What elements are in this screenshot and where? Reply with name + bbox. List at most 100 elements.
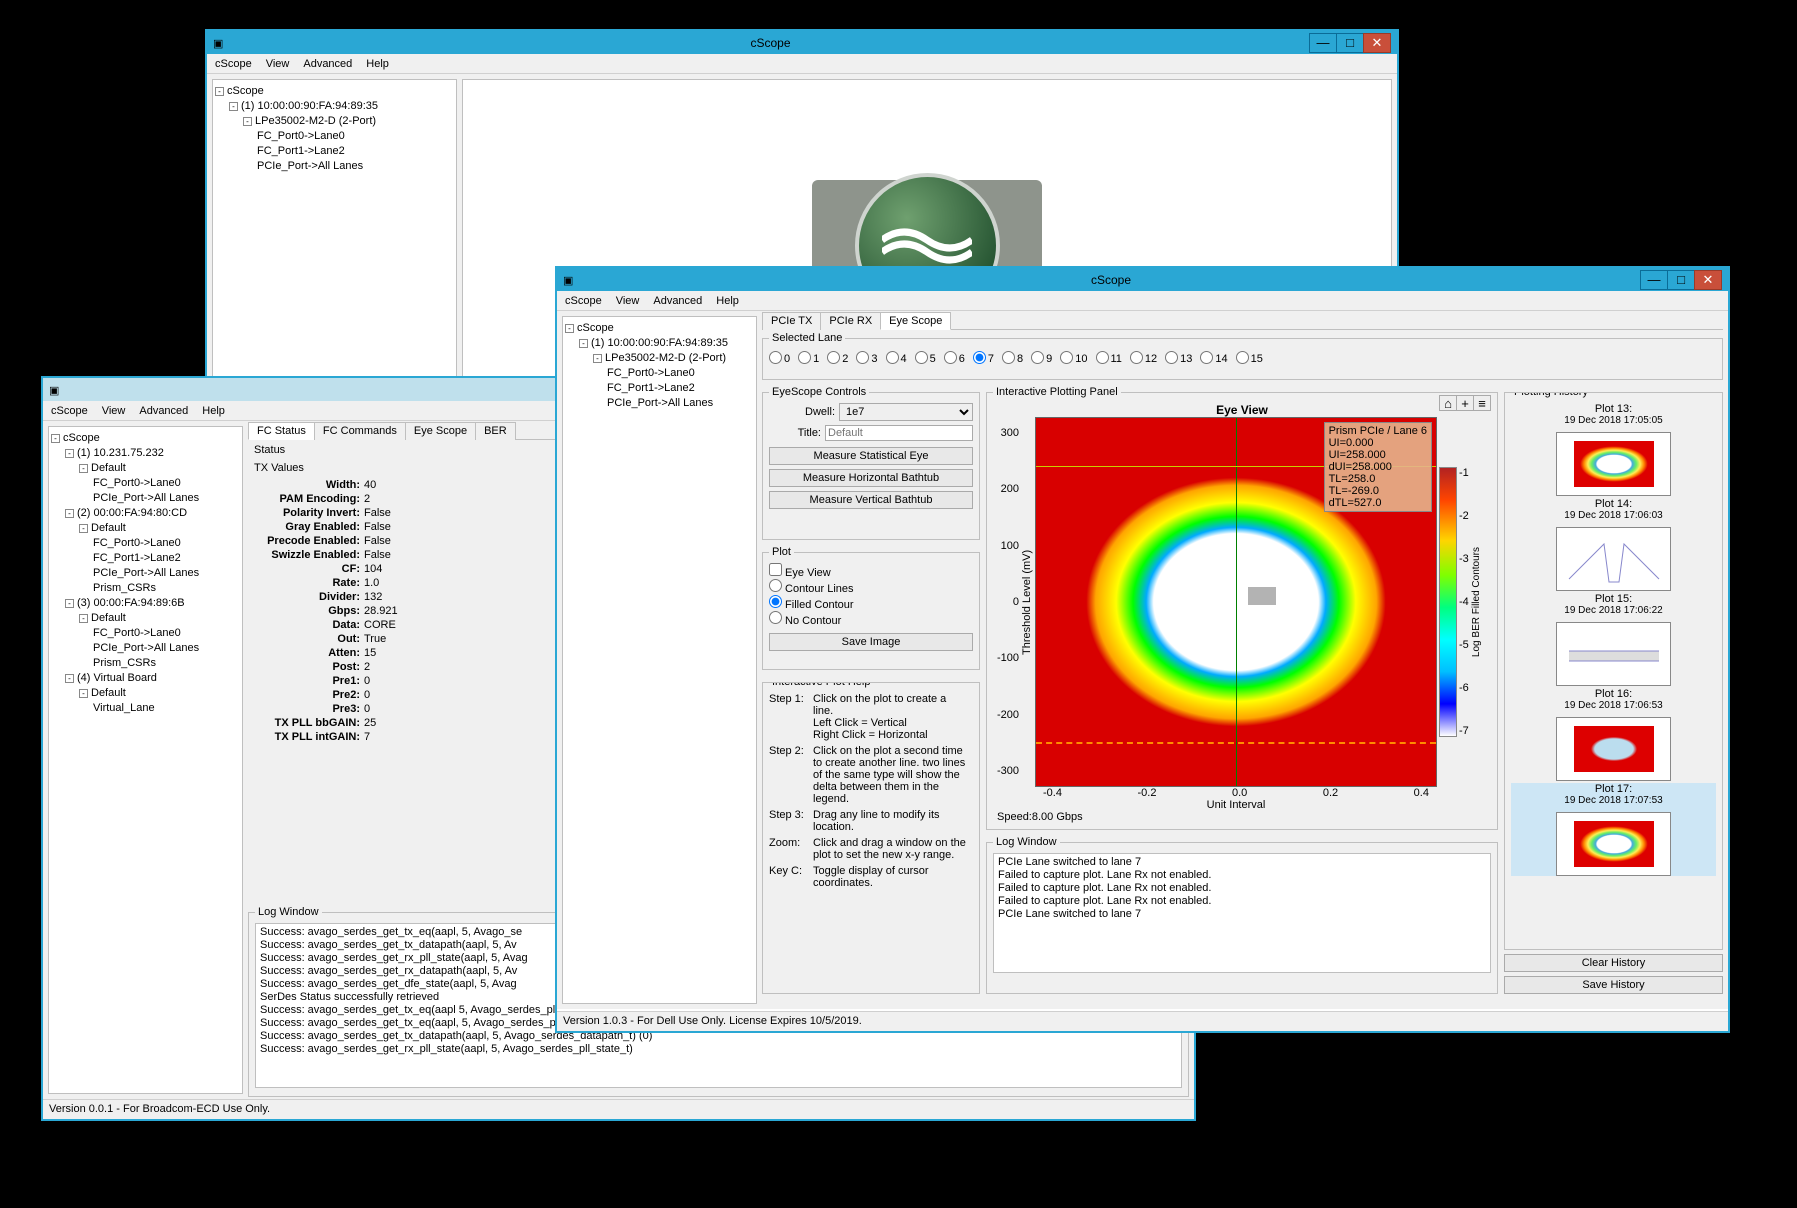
- tree-item[interactable]: FC_Port1->Lane2: [51, 551, 240, 566]
- tree-item[interactable]: Prism_CSRs: [51, 656, 240, 671]
- plot-thumbnail[interactable]: Plot 14:19 Dec 2018 17:06:03: [1511, 498, 1716, 591]
- lane-option[interactable]: 7: [973, 353, 994, 365]
- plot-thumbnail[interactable]: Plot 17:19 Dec 2018 17:07:53: [1511, 783, 1716, 876]
- lane-option[interactable]: 15: [1236, 353, 1263, 365]
- menu-view[interactable]: View: [102, 405, 126, 417]
- device-tree[interactable]: -cScope-(1) 10:00:00:90:FA:94:89:35-LPe3…: [562, 316, 757, 1004]
- plot-option[interactable]: No Contour: [769, 615, 841, 627]
- menu-help[interactable]: Help: [366, 58, 389, 70]
- menu-advanced[interactable]: Advanced: [653, 295, 702, 307]
- plot-thumbnail[interactable]: Plot 13:19 Dec 2018 17:05:05: [1511, 403, 1716, 496]
- titlebar[interactable]: ▣ cScope — □ ✕: [207, 31, 1397, 54]
- tree-item[interactable]: PCIe_Port->All Lanes: [51, 491, 240, 506]
- tree-item[interactable]: FC_Port0->Lane0: [51, 536, 240, 551]
- close-button[interactable]: ✕: [1363, 33, 1391, 53]
- plot-config-icon[interactable]: ≡: [1473, 395, 1491, 411]
- measure-vertical-bathtub-button[interactable]: Measure Vertical Bathtub: [769, 491, 973, 509]
- tree-item[interactable]: Virtual_Lane: [51, 701, 240, 716]
- title-input[interactable]: [825, 425, 973, 441]
- tree-item[interactable]: PCIe_Port->All Lanes: [565, 396, 754, 411]
- tab[interactable]: BER: [475, 422, 516, 440]
- tree-item[interactable]: -cScope: [565, 321, 754, 336]
- lane-option[interactable]: 4: [886, 353, 907, 365]
- tree-item[interactable]: -Default: [51, 521, 240, 536]
- tree-item[interactable]: Prism_CSRs: [51, 581, 240, 596]
- measure-statistical-eye-button[interactable]: Measure Statistical Eye: [769, 447, 973, 465]
- tree-item[interactable]: -cScope: [51, 431, 240, 446]
- tree-item[interactable]: FC_Port0->Lane0: [215, 129, 454, 144]
- lane-option[interactable]: 9: [1031, 353, 1052, 365]
- lane-option[interactable]: 6: [944, 353, 965, 365]
- lane-option[interactable]: 0: [769, 353, 790, 365]
- save-history-button[interactable]: Save History: [1504, 976, 1723, 994]
- tree-item[interactable]: FC_Port1->Lane2: [215, 144, 454, 159]
- menu-advanced[interactable]: Advanced: [303, 58, 352, 70]
- lane-option[interactable]: 12: [1130, 353, 1157, 365]
- menu-view[interactable]: View: [266, 58, 290, 70]
- menu-cscope[interactable]: cScope: [51, 405, 88, 417]
- tree-item[interactable]: -(1) 10.231.75.232: [51, 446, 240, 461]
- log-window[interactable]: PCIe Lane switched to lane 7Failed to ca…: [993, 853, 1491, 973]
- eye-plot[interactable]: Prism PCIe / Lane 6UI=0.000UI=258.000dUI…: [1035, 417, 1437, 787]
- tree-item[interactable]: -(3) 00:00:FA:94:89:6B: [51, 596, 240, 611]
- tree-item[interactable]: FC_Port0->Lane0: [51, 476, 240, 491]
- close-button[interactable]: ✕: [1694, 270, 1722, 290]
- lane-option[interactable]: 14: [1200, 353, 1227, 365]
- tree-item[interactable]: FC_Port1->Lane2: [565, 381, 754, 396]
- plot-option[interactable]: Filled Contour: [769, 599, 854, 611]
- titlebar[interactable]: ▣ cScope — □ ✕: [557, 268, 1728, 291]
- tab[interactable]: PCIe RX: [820, 312, 881, 330]
- tree-item[interactable]: -LPe35002-M2-D (2-Port): [565, 351, 754, 366]
- minimize-button[interactable]: —: [1640, 270, 1668, 290]
- device-tree[interactable]: -cScope-(1) 10.231.75.232-DefaultFC_Port…: [48, 426, 243, 1094]
- plot-thumbnail[interactable]: Plot 15:19 Dec 2018 17:06:22: [1511, 593, 1716, 686]
- save-image-button[interactable]: Save Image: [769, 633, 973, 651]
- tree-item[interactable]: FC_Port0->Lane0: [51, 626, 240, 641]
- tree-item[interactable]: PCIe_Port->All Lanes: [215, 159, 454, 174]
- tab[interactable]: Eye Scope: [405, 422, 476, 440]
- lane-option[interactable]: 3: [856, 353, 877, 365]
- tab[interactable]: Eye Scope: [880, 312, 951, 330]
- dwell-select[interactable]: 1e7: [839, 403, 973, 421]
- tree-item[interactable]: -Default: [51, 611, 240, 626]
- minimize-button[interactable]: —: [1309, 33, 1337, 53]
- plot-crosshair-icon[interactable]: +: [1456, 395, 1474, 411]
- tree-item[interactable]: -cScope: [215, 84, 454, 99]
- tree-item[interactable]: PCIe_Port->All Lanes: [51, 641, 240, 656]
- menu-advanced[interactable]: Advanced: [139, 405, 188, 417]
- tab[interactable]: FC Status: [248, 422, 315, 440]
- plot-thumbnail[interactable]: Plot 16:19 Dec 2018 17:06:53: [1511, 688, 1716, 781]
- measure-horizontal-bathtub-button[interactable]: Measure Horizontal Bathtub: [769, 469, 973, 487]
- tree-item[interactable]: PCIe_Port->All Lanes: [51, 566, 240, 581]
- menu-view[interactable]: View: [616, 295, 640, 307]
- tx-key: Pre1:: [254, 674, 364, 688]
- menu-cscope[interactable]: cScope: [215, 58, 252, 70]
- plot-history-list[interactable]: Plot 13:19 Dec 2018 17:05:05Plot 14:19 D…: [1511, 403, 1716, 876]
- tree-item[interactable]: -(2) 00:00:FA:94:80:CD: [51, 506, 240, 521]
- lane-option[interactable]: 13: [1165, 353, 1192, 365]
- maximize-button[interactable]: □: [1667, 270, 1695, 290]
- menu-help[interactable]: Help: [716, 295, 739, 307]
- lane-option[interactable]: 8: [1002, 353, 1023, 365]
- lane-option[interactable]: 11: [1096, 353, 1122, 365]
- plot-option[interactable]: Eye View: [769, 567, 831, 579]
- clear-history-button[interactable]: Clear History: [1504, 954, 1723, 972]
- tree-item[interactable]: -LPe35002-M2-D (2-Port): [215, 114, 454, 129]
- maximize-button[interactable]: □: [1336, 33, 1364, 53]
- lane-option[interactable]: 2: [827, 353, 848, 365]
- tab[interactable]: PCIe TX: [762, 312, 821, 330]
- tree-item[interactable]: -(1) 10:00:00:90:FA:94:89:35: [565, 336, 754, 351]
- lane-option[interactable]: 10: [1060, 353, 1087, 365]
- tree-item[interactable]: -(1) 10:00:00:90:FA:94:89:35: [215, 99, 454, 114]
- menu-help[interactable]: Help: [202, 405, 225, 417]
- tree-item[interactable]: -Default: [51, 461, 240, 476]
- tree-item[interactable]: -(4) Virtual Board: [51, 671, 240, 686]
- plot-option[interactable]: Contour Lines: [769, 583, 854, 595]
- lane-option[interactable]: 1: [798, 353, 819, 365]
- tree-item[interactable]: FC_Port0->Lane0: [565, 366, 754, 381]
- lane-option[interactable]: 5: [915, 353, 936, 365]
- plot-home-icon[interactable]: ⌂: [1439, 395, 1457, 411]
- menu-cscope[interactable]: cScope: [565, 295, 602, 307]
- tree-item[interactable]: -Default: [51, 686, 240, 701]
- tab[interactable]: FC Commands: [314, 422, 406, 440]
